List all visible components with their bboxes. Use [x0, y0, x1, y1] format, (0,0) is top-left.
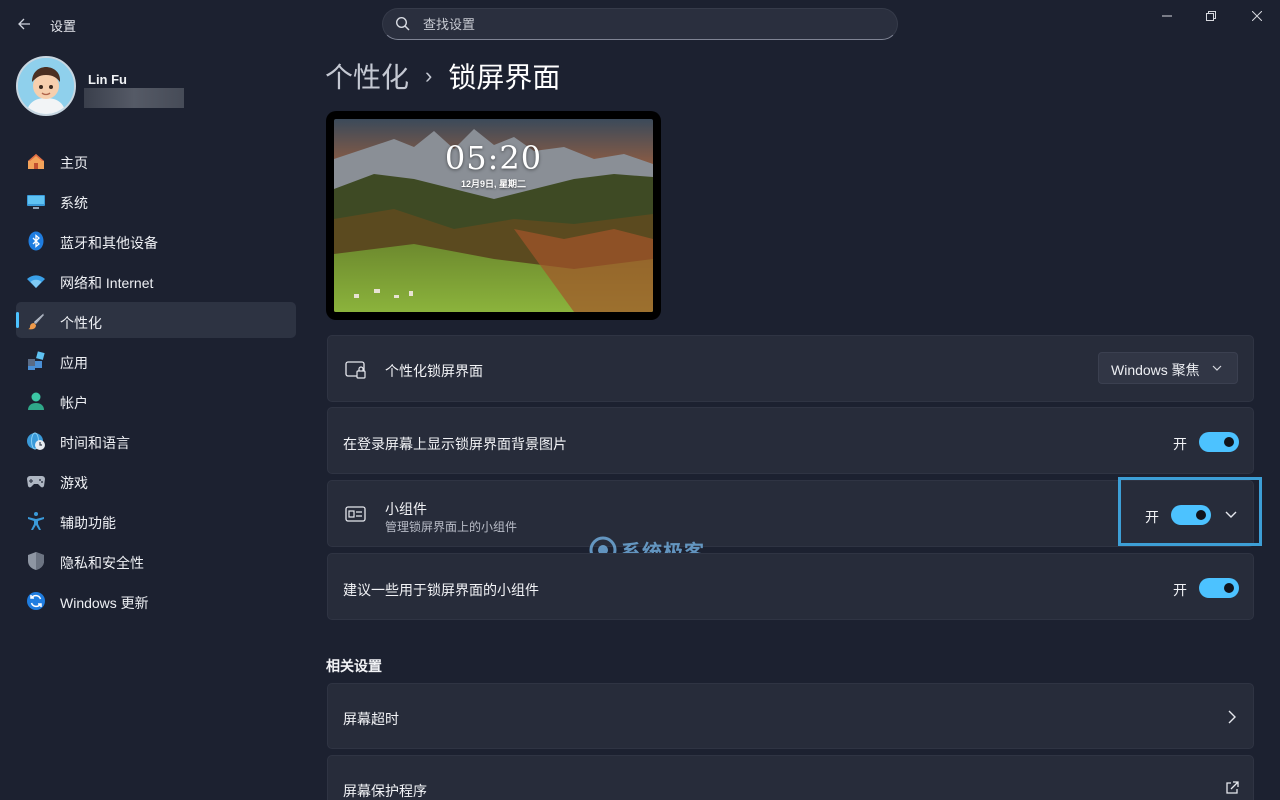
setting-title: 小组件: [385, 501, 427, 517]
gamepad-icon: [27, 476, 45, 488]
minimize-button[interactable]: [1144, 0, 1190, 32]
sidebar-item-system[interactable]: 系统: [16, 182, 296, 218]
setting-subtitle: 管理锁屏界面上的小组件: [385, 520, 518, 534]
sidebar-item-time-language[interactable]: 时间和语言: [16, 422, 296, 458]
lock-screen-preview: 05:20 12月9日, 星期二: [326, 111, 661, 320]
toggle-knob: [1224, 437, 1234, 447]
link-screen-timeout[interactable]: 屏幕超时: [327, 683, 1254, 749]
active-indicator: [16, 312, 19, 328]
sidebar-item-label: 帐户: [60, 395, 88, 411]
home-icon: [28, 154, 44, 169]
sidebar-item-label: 游戏: [60, 475, 88, 491]
globe-clock-icon: [27, 432, 45, 450]
monitor-icon: [27, 195, 45, 209]
search-icon: [395, 16, 410, 31]
sidebar-item-label: 应用: [60, 355, 88, 371]
avatar: [16, 56, 76, 116]
widgets-icon: [345, 506, 366, 522]
preview-image: 05:20 12月9日, 星期二: [334, 119, 653, 312]
sidebar-item-home[interactable]: 主页: [16, 142, 296, 178]
apps-icon: [28, 351, 45, 370]
related-settings-heading: 相关设置: [326, 658, 382, 674]
sidebar-nav: 主页 系统 蓝牙和其他设备 网络和 Internet 个性化 应用 帐户 时间和…: [16, 142, 296, 622]
sidebar-item-label: 主页: [60, 155, 88, 171]
setting-widgets[interactable]: 小组件 管理锁屏界面上的小组件 开: [327, 480, 1254, 547]
sidebar-item-personalization[interactable]: 个性化: [16, 302, 296, 338]
open-external-icon: [1226, 781, 1239, 794]
suggest-widgets-toggle[interactable]: [1199, 578, 1239, 598]
search-box[interactable]: [382, 8, 898, 40]
app-title: 设置: [50, 19, 77, 34]
sidebar-item-windows-update[interactable]: Windows 更新: [16, 582, 296, 618]
sidebar-item-accessibility[interactable]: 辅助功能: [16, 502, 296, 538]
sidebar-item-label: Windows 更新: [60, 595, 149, 611]
paintbrush-icon: [28, 313, 44, 330]
close-icon: [1252, 11, 1262, 21]
sidebar-item-label: 时间和语言: [60, 435, 130, 451]
lock-screen-icon: [345, 361, 366, 379]
setting-title: 屏幕超时: [343, 711, 399, 727]
restore-button[interactable]: [1188, 0, 1234, 32]
breadcrumb: 个性化 › 锁屏界面: [325, 58, 560, 94]
highlight-box: [1118, 477, 1262, 546]
chevron-right-icon: [1228, 710, 1236, 724]
preview-date: 12月9日, 星期二: [460, 179, 527, 189]
breadcrumb-separator: ›: [425, 63, 433, 88]
sidebar-item-label: 个性化: [60, 315, 102, 331]
sidebar-item-gaming[interactable]: 游戏: [16, 462, 296, 498]
preview-time: 05:20: [444, 139, 543, 177]
title-bar: 设置: [0, 0, 1280, 48]
setting-personalize-lock-screen[interactable]: 个性化锁屏界面 Windows 聚焦: [327, 335, 1254, 402]
sidebar-item-label: 隐私和安全性: [60, 555, 144, 571]
sidebar-item-label: 蓝牙和其他设备: [60, 235, 158, 251]
close-button[interactable]: [1234, 0, 1280, 32]
page-title: 锁屏界面: [448, 62, 561, 93]
dropdown-value: Windows 聚焦: [1111, 362, 1200, 378]
sidebar-item-apps[interactable]: 应用: [16, 342, 296, 378]
user-profile[interactable]: Lin Fu: [16, 56, 296, 120]
sidebar-item-label: 系统: [60, 195, 88, 211]
sidebar-item-accounts[interactable]: 帐户: [16, 382, 296, 418]
bluetooth-icon: [28, 231, 44, 251]
person-icon: [28, 392, 44, 410]
setting-show-background-on-signin[interactable]: 在登录屏幕上显示锁屏界面背景图片 开: [327, 407, 1254, 474]
setting-title: 个性化锁屏界面: [385, 363, 483, 379]
user-email-redacted: [84, 88, 184, 108]
toggle-state-label: 开: [1173, 582, 1187, 598]
lock-screen-source-dropdown[interactable]: Windows 聚焦: [1098, 352, 1238, 384]
back-arrow-icon: [18, 18, 30, 30]
toggle-knob: [1224, 583, 1234, 593]
sidebar-item-privacy[interactable]: 隐私和安全性: [16, 542, 296, 578]
setting-suggest-widgets[interactable]: 建议一些用于锁屏界面的小组件 开: [327, 553, 1254, 620]
sidebar-item-label: 辅助功能: [60, 515, 116, 531]
update-icon: [27, 592, 45, 610]
sidebar-item-label: 网络和 Internet: [60, 275, 154, 291]
accessibility-icon: [28, 512, 44, 530]
setting-title: 屏幕保护程序: [343, 783, 427, 799]
sidebar-item-bluetooth[interactable]: 蓝牙和其他设备: [16, 222, 296, 258]
chevron-down-icon: [1212, 365, 1222, 371]
setting-title: 在登录屏幕上显示锁屏界面背景图片: [343, 436, 567, 452]
search-input[interactable]: [423, 9, 883, 39]
restore-icon: [1206, 11, 1216, 21]
shield-icon: [28, 552, 44, 570]
show-background-toggle[interactable]: [1199, 432, 1239, 452]
link-screensaver[interactable]: 屏幕保护程序: [327, 755, 1254, 800]
minimize-icon: [1162, 15, 1172, 17]
breadcrumb-parent[interactable]: 个性化: [325, 56, 409, 96]
wifi-icon: [27, 275, 45, 288]
sidebar-item-network[interactable]: 网络和 Internet: [16, 262, 296, 298]
toggle-state-label: 开: [1173, 436, 1187, 452]
user-name: Lin Fu: [88, 72, 127, 87]
setting-title: 建议一些用于锁屏界面的小组件: [343, 582, 539, 598]
back-button[interactable]: [14, 12, 34, 36]
